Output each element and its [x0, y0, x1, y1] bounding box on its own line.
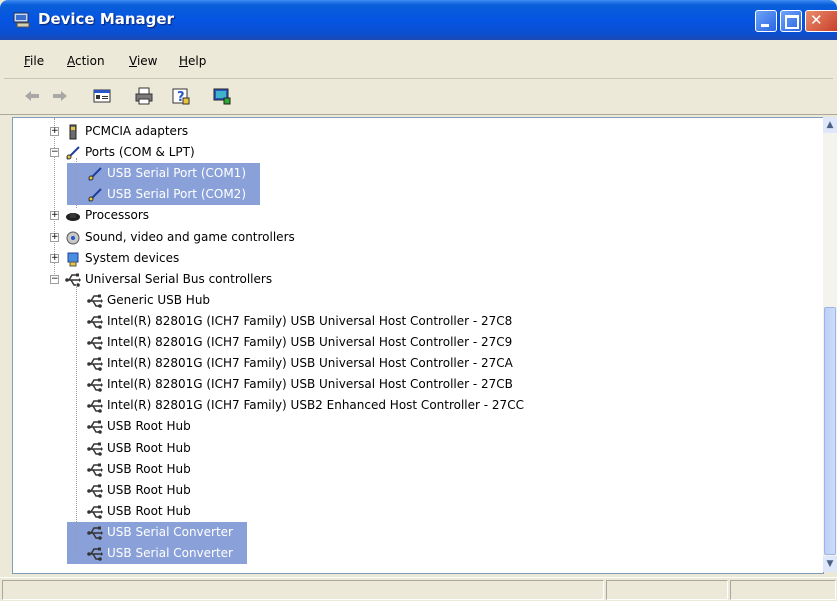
tree-item[interactable]: USB Serial Converter	[67, 521, 247, 543]
menu-action-label: ction	[75, 54, 105, 68]
help-icon[interactable]: ?	[171, 86, 191, 106]
menu-action[interactable]: Action	[67, 54, 105, 68]
menu-help[interactable]: Help	[179, 54, 206, 68]
usb-icon	[87, 526, 103, 540]
usb-icon	[65, 273, 81, 287]
window-title: Device Manager	[38, 10, 174, 28]
tree-item-label: Universal Serial Bus controllers	[85, 271, 273, 286]
device-manager-window: Device Manager File Action View Help	[0, 0, 837, 601]
maximize-button[interactable]	[780, 10, 802, 32]
tree-item[interactable]: USB Serial Port (COM1)	[67, 163, 260, 185]
toolbar-separator	[0, 114, 837, 115]
tree-item[interactable]: USB Serial Converter	[67, 543, 247, 564]
expand-icon[interactable]: +	[50, 232, 59, 242]
tree-item-label: USB Root Hub	[107, 482, 191, 497]
status-cell-main	[2, 580, 604, 600]
tree-item-label: Processors	[85, 208, 150, 223]
tree-item-label: PCMCIA adapters	[85, 124, 189, 138]
minimize-button[interactable]	[755, 10, 777, 32]
menu-bar: File Action View Help	[4, 50, 833, 74]
menu-help-hotkey: H	[179, 54, 189, 68]
usb-icon	[87, 442, 103, 456]
close-button[interactable]	[805, 10, 837, 32]
expand-icon[interactable]: +	[50, 253, 59, 263]
usb-icon	[87, 463, 103, 477]
expand-icon[interactable]: +	[50, 127, 59, 136]
system-icon	[67, 252, 79, 267]
port-icon	[88, 188, 102, 203]
usb-icon	[87, 547, 103, 561]
port-icon	[66, 146, 80, 160]
collapse-icon[interactable]: −	[50, 274, 59, 284]
device-manager-icon	[13, 12, 30, 28]
back-arrow-icon[interactable]	[22, 86, 42, 106]
tree-item-label: USB Root Hub	[107, 440, 191, 455]
usb-icon	[87, 294, 103, 308]
menu-file[interactable]: File	[24, 54, 44, 68]
status-bar	[0, 577, 837, 601]
processor-icon	[66, 213, 80, 222]
menu-help-label: elp	[188, 54, 207, 68]
tree-item-label: System devices	[85, 250, 180, 265]
tree-item-label: USB Root Hub	[107, 419, 191, 434]
vertical-scrollbar[interactable]: ▲ ▼	[823, 117, 837, 572]
tree-item-label: Intel(R) 82801G (ICH7 Family) USB Univer…	[107, 356, 513, 371]
toolbar: ?	[4, 82, 833, 112]
tree-item[interactable]: USB Serial Port (COM2)	[67, 184, 260, 206]
title-bar[interactable]: Device Manager	[0, 0, 837, 40]
usb-icon	[87, 484, 103, 498]
collapse-icon[interactable]: −	[50, 148, 59, 158]
status-cell-2	[606, 580, 728, 600]
scroll-down-arrow-icon[interactable]: ▼	[823, 556, 837, 572]
menu-file-label: ile	[30, 54, 45, 68]
usb-icon	[87, 378, 103, 392]
status-cell-3	[730, 580, 836, 600]
menu-view-hotkey: V	[129, 54, 137, 68]
tree-item-label: Intel(R) 82801G (ICH7 Family) USB Univer…	[107, 335, 513, 349]
tree-item-label: USB Serial Port (COM2)	[107, 187, 246, 202]
tree-item-label: USB Serial Converter	[107, 524, 233, 539]
menu-action-hotkey: A	[67, 54, 75, 68]
tree-connector-line	[76, 158, 77, 208]
tree-item-label: USB Root Hub	[107, 503, 191, 518]
menu-view[interactable]: View	[129, 54, 157, 68]
scrollbar-thumb[interactable]	[824, 307, 836, 555]
usb-icon	[87, 399, 103, 414]
tree-connector-line	[76, 284, 77, 554]
tree-item-label: Sound, video and game controllers	[85, 229, 295, 244]
device-tree[interactable]: + PCMCIA adapters − Ports (COM & LPT) USB Se…	[12, 117, 824, 574]
tree-item-label: Intel(R) 82801G (ICH7 Family) USB Univer…	[107, 377, 513, 392]
tree-item-label: USB Root Hub	[107, 461, 191, 476]
usb-icon	[87, 336, 103, 350]
forward-arrow-icon[interactable]	[50, 86, 70, 106]
usb-icon	[87, 505, 103, 519]
scroll-up-arrow-icon[interactable]: ▲	[823, 117, 837, 133]
sound-icon	[66, 231, 80, 244]
usb-icon	[87, 357, 103, 371]
expand-icon[interactable]: +	[50, 211, 59, 221]
properties-icon[interactable]	[92, 86, 112, 106]
usb-icon	[87, 315, 103, 329]
monitor-icon[interactable]	[212, 86, 232, 106]
usb-icon	[87, 420, 103, 435]
tree-item-label: Generic USB Hub	[107, 292, 211, 307]
tree-item-label: USB Serial Port (COM1)	[107, 166, 246, 181]
tree-item-label: Intel(R) 82801G (ICH7 Family) USB Univer…	[107, 313, 513, 328]
tree-item-label: USB Serial Converter	[107, 546, 233, 560]
port-icon	[88, 167, 102, 181]
menu-view-label: iew	[136, 54, 158, 68]
tree-item-label: Intel(R) 82801G (ICH7 Family) USB2 Enhan…	[107, 398, 524, 413]
menu-separator	[4, 78, 833, 79]
tree-item-label: Ports (COM & LPT)	[85, 145, 195, 160]
pcmcia-icon	[69, 124, 77, 140]
print-icon[interactable]	[134, 86, 154, 106]
